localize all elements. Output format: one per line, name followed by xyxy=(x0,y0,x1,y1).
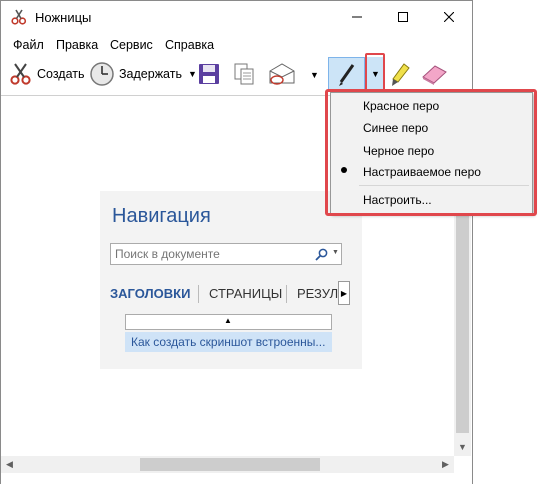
copy-icon[interactable] xyxy=(233,63,255,85)
horizontal-scroll-thumb[interactable] xyxy=(140,458,320,471)
tab-divider xyxy=(286,285,287,303)
tab-scroll-right-icon: ▶ xyxy=(338,281,350,305)
window-title: Ножницы xyxy=(35,10,92,25)
send-dropdown-arrow-icon[interactable]: ▼ xyxy=(310,70,319,80)
scroll-down-icon[interactable]: ▼ xyxy=(454,439,471,456)
nav-heading-item: Как создать скриншот встроенны... xyxy=(125,332,332,352)
pen-icon xyxy=(339,64,355,86)
search-icon xyxy=(315,248,328,261)
search-options-arrow-icon: ▼ xyxy=(332,249,339,256)
nav-tab-results: РЕЗУЛ xyxy=(297,286,339,301)
scroll-left-icon[interactable]: ◀ xyxy=(1,456,18,473)
save-icon[interactable] xyxy=(198,63,220,85)
send-email-icon[interactable] xyxy=(267,62,297,86)
minimize-button[interactable] xyxy=(334,1,380,33)
captured-image: Навигация ▼ ЗАГОЛОВКИ СТРАНИЦЫ РЕЗУЛ ▶ ▲… xyxy=(100,191,362,369)
pen-arrow-highlight xyxy=(365,53,385,93)
maximize-button[interactable] xyxy=(380,1,426,33)
delay-label: Задержать xyxy=(119,67,182,81)
nav-tab-headings: ЗАГОЛОВКИ xyxy=(110,286,191,301)
eraser-icon[interactable] xyxy=(419,63,449,85)
delay-button[interactable]: Задержать ▼ xyxy=(89,60,197,88)
scissors-icon xyxy=(10,63,31,85)
dropdown-highlight xyxy=(325,89,537,216)
nav-search-box: ▼ xyxy=(110,243,342,265)
maximize-icon xyxy=(398,12,408,22)
menu-edit[interactable]: Правка xyxy=(56,38,98,52)
new-snip-label: Создать xyxy=(37,67,85,81)
nav-pane-title: Навигация xyxy=(112,205,211,227)
menu-help[interactable]: Справка xyxy=(165,38,214,52)
nav-tab-pages: СТРАНИЦЫ xyxy=(209,286,283,301)
nav-search-input xyxy=(115,247,305,261)
collapse-up-icon: ▲ xyxy=(224,316,232,325)
menu-bar: Файл Правка Сервис Справка xyxy=(1,35,472,55)
snipping-tool-window: Ножницы Файл Правка Сервис Справка Созда… xyxy=(0,0,473,485)
scissors-app-icon xyxy=(11,9,27,25)
scroll-right-icon[interactable]: ▶ xyxy=(437,456,454,473)
new-snip-button[interactable]: Создать xyxy=(9,61,85,87)
close-button[interactable] xyxy=(426,1,472,33)
delay-dropdown-arrow-icon: ▼ xyxy=(187,69,197,79)
pen-button[interactable] xyxy=(328,57,365,92)
horizontal-scrollbar[interactable]: ◀ ▶ xyxy=(1,456,454,473)
clock-icon xyxy=(90,62,114,86)
menu-file[interactable]: Файл xyxy=(13,38,44,52)
nav-heading-collapse-bar: ▲ xyxy=(125,314,332,330)
menu-tools[interactable]: Сервис xyxy=(110,38,153,52)
close-icon xyxy=(444,12,454,22)
tab-divider xyxy=(198,285,199,303)
minimize-icon xyxy=(352,16,362,18)
title-bar: Ножницы xyxy=(1,1,472,33)
highlighter-icon[interactable] xyxy=(389,62,411,88)
